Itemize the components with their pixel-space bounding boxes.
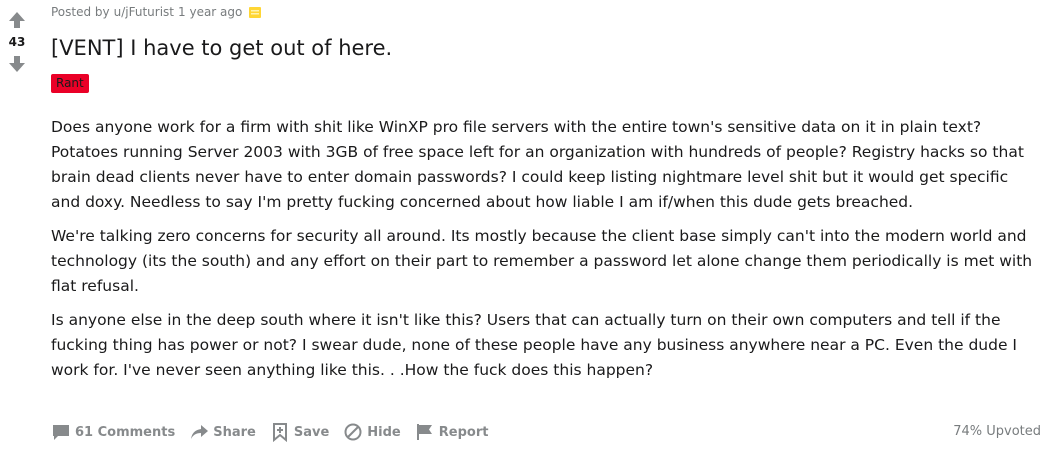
award-icon <box>249 7 262 18</box>
author-link[interactable]: u/jFuturist <box>114 5 174 19</box>
hide-button[interactable]: Hide <box>343 422 401 442</box>
hide-label: Hide <box>367 424 401 440</box>
share-label: Share <box>213 424 256 440</box>
post-body: Does anyone work for a firm with shit li… <box>51 115 1041 392</box>
share-button[interactable]: Share <box>189 422 256 442</box>
report-label: Report <box>438 424 489 440</box>
save-label: Save <box>293 424 330 440</box>
post-time[interactable]: 1 year ago <box>178 5 242 19</box>
comment-icon <box>53 425 69 440</box>
post-title: [VENT] I have to get out of here. <box>51 36 393 60</box>
report-button[interactable]: Report <box>415 422 489 442</box>
post-paragraph: Is anyone else in the deep south where i… <box>51 311 1017 379</box>
post-actions: 61 Comments Share Save Hide Report 74% U… <box>51 420 1046 444</box>
bookmark-icon <box>272 423 287 442</box>
award-badge[interactable] <box>248 5 262 19</box>
upvote-button[interactable] <box>5 8 29 32</box>
comments-button[interactable]: 61 Comments <box>51 422 175 442</box>
flag-icon <box>416 424 432 440</box>
downvote-button[interactable] <box>5 52 29 76</box>
vote-column: 43 <box>4 8 30 76</box>
post-meta: Posted by u/jFuturist 1 year ago <box>51 5 262 19</box>
post-flair[interactable]: Rant <box>51 74 89 93</box>
comments-label: 61 Comments <box>75 424 176 440</box>
post-paragraph: We're talking zero concerns for security… <box>51 227 1033 295</box>
share-icon <box>191 425 209 439</box>
post-paragraph: Does anyone work for a firm with shit li… <box>51 118 1024 211</box>
posted-by-label: Posted by <box>51 5 110 19</box>
save-button[interactable]: Save <box>270 422 329 442</box>
arrow-down-icon <box>9 56 25 72</box>
arrow-up-icon <box>9 12 25 28</box>
upvote-ratio: 74% Upvoted <box>953 424 1041 439</box>
hide-icon <box>344 423 362 441</box>
vote-score: 43 <box>8 35 26 49</box>
